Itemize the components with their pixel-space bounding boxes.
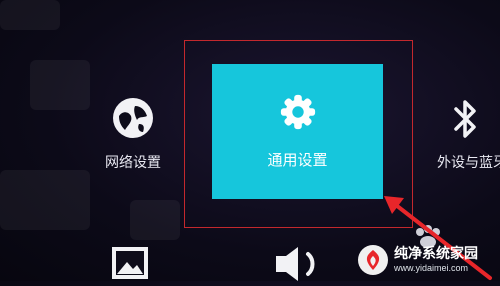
watermark-url: www.yidaimei.com <box>394 263 469 273</box>
menu-item-peripherals-bluetooth[interactable]: 外设与蓝牙 <box>420 98 500 172</box>
background-tile <box>0 170 90 230</box>
menu-item-label: 通用设置 <box>267 151 328 169</box>
menu-item-sound[interactable] <box>272 246 328 286</box>
menu-item-network-settings[interactable]: 网络设置 <box>98 96 168 172</box>
menu-item-label: 网络设置 <box>105 155 161 171</box>
background-tile <box>30 60 90 110</box>
watermark-logo <box>358 245 388 275</box>
globe-icon <box>111 96 155 144</box>
watermark: 纯净系统家园 www.yidaimei.com <box>358 242 498 278</box>
background-tile <box>130 200 180 240</box>
menu-item-label: 外设与蓝牙 <box>437 155 500 171</box>
gear-icon <box>279 93 317 135</box>
bluetooth-icon <box>450 98 480 144</box>
menu-item-general-settings[interactable]: 通用设置 <box>212 64 383 199</box>
menu-item-display[interactable] <box>110 246 150 284</box>
watermark-title: 纯净系统家园 <box>394 246 478 262</box>
image-icon <box>111 246 149 284</box>
background-tile <box>0 0 60 30</box>
speaker-icon <box>274 246 326 286</box>
